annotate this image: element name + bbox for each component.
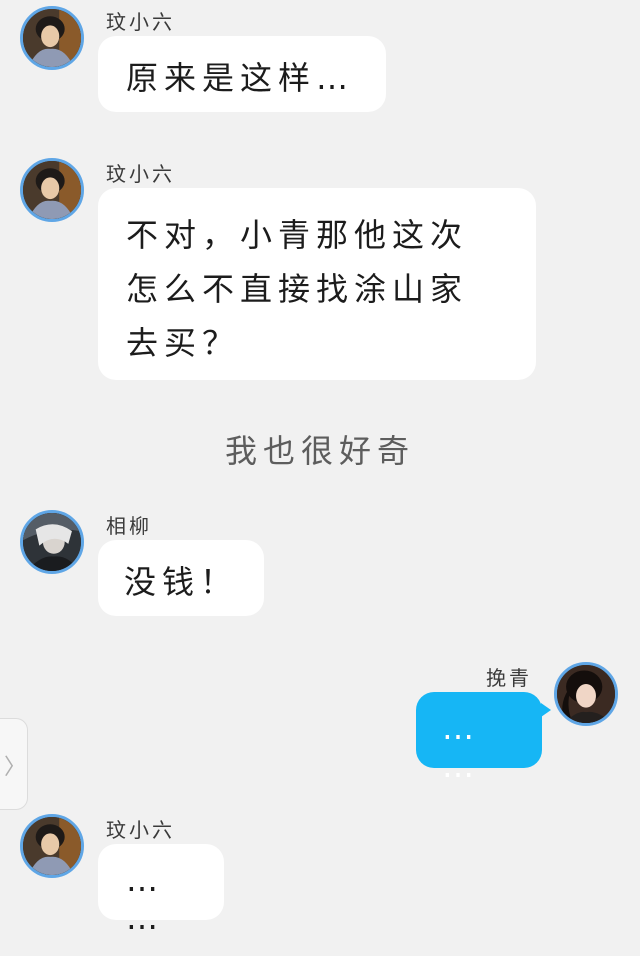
center-caption: 我也很好奇 <box>224 432 415 470</box>
avatar-wen-xiaoliu[interactable] <box>20 6 84 70</box>
avatar-wen-xiaoliu[interactable] <box>20 814 84 878</box>
avatar-wanqing[interactable] <box>554 662 618 726</box>
chevron-right-icon: 〉 <box>4 755 27 780</box>
message-text: … … <box>442 709 497 785</box>
message-bubble[interactable]: … … <box>98 844 224 937</box>
message-bubble[interactable]: 原来是这样… <box>98 36 386 112</box>
sender-name: 玟小六 <box>106 162 175 186</box>
message-text: 没钱！ <box>124 563 239 601</box>
message-text: … … <box>126 861 181 937</box>
chat-view: 玟小六 原来是这样… 玟小六 不对，小青那他这次 怎么不直接找涂山家 去买？ 我… <box>0 0 640 956</box>
message-text: 原来是这样… <box>126 59 355 97</box>
message-text: 不对，小青那他这次 怎么不直接找涂山家 去买？ <box>126 216 469 362</box>
avatar-wen-xiaoliu[interactable] <box>20 158 84 222</box>
message-bubble[interactable]: 没钱！ <box>98 540 264 616</box>
avatar-xiangliu[interactable] <box>20 510 84 574</box>
sender-name: 相柳 <box>106 514 152 538</box>
sender-name: 玟小六 <box>106 10 175 34</box>
sender-name: 玟小六 <box>106 818 175 842</box>
bubble-tail <box>541 703 551 717</box>
sender-name: 挽青 <box>486 666 532 690</box>
message-bubble[interactable]: 不对，小青那他这次 怎么不直接找涂山家 去买？ <box>98 188 536 380</box>
side-panel-tab[interactable]: 〉 <box>0 718 28 810</box>
message-bubble-outgoing[interactable]: … … <box>416 692 542 785</box>
